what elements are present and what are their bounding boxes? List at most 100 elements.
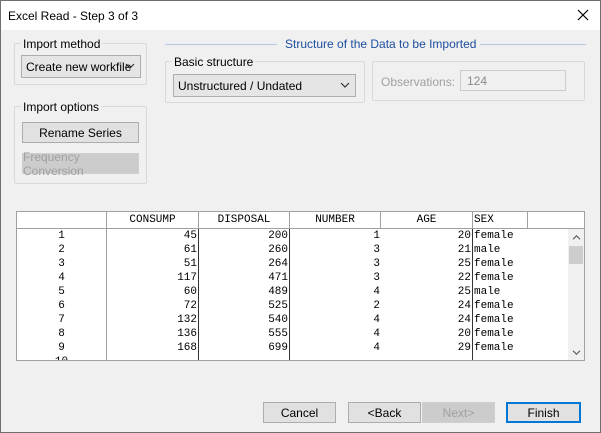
cell-number[interactable]: 3 <box>290 271 381 285</box>
chevron-down-icon <box>572 349 580 355</box>
import-method-select[interactable]: Create new workfile <box>21 55 141 78</box>
cell-consump[interactable] <box>107 355 199 360</box>
scroll-up-button[interactable] <box>568 229 584 245</box>
row-number: 1 <box>17 229 107 243</box>
observations-label: Observations: <box>381 75 456 89</box>
cell-age[interactable] <box>381 355 473 360</box>
cell-sex[interactable]: female <box>473 327 528 341</box>
cell-age[interactable]: 25 <box>381 285 473 299</box>
grid-header-number[interactable]: NUMBER <box>290 212 381 228</box>
structure-divider-right <box>466 44 586 45</box>
cell-age[interactable]: 25 <box>381 257 473 271</box>
cell-number[interactable] <box>290 355 381 360</box>
cell-number[interactable]: 4 <box>290 327 381 341</box>
row-number: 7 <box>17 313 107 327</box>
row-number: 10 <box>17 355 107 360</box>
scroll-thumb[interactable] <box>569 246 583 264</box>
table-row[interactable]: 6 72 525 2 24 female <box>17 299 570 313</box>
cell-number[interactable]: 4 <box>290 341 381 355</box>
import-options-label: Import options <box>21 100 102 114</box>
cell-number[interactable]: 4 <box>290 285 381 299</box>
cell-age[interactable]: 22 <box>381 271 473 285</box>
back-button[interactable]: <Back <box>348 402 421 423</box>
table-row[interactable]: 1 45 200 1 20 female <box>17 229 570 243</box>
cell-consump[interactable]: 51 <box>107 257 199 271</box>
cell-disposal[interactable]: 555 <box>199 327 290 341</box>
table-row[interactable]: 3 51 264 3 25 female <box>17 257 570 271</box>
cell-age[interactable]: 20 <box>381 327 473 341</box>
frequency-conversion-button[interactable]: Frequency Conversion <box>22 150 139 178</box>
cell-consump[interactable]: 168 <box>107 341 199 355</box>
scroll-down-button[interactable] <box>568 344 584 360</box>
cell-number[interactable]: 3 <box>290 243 381 257</box>
cell-sex[interactable]: female <box>473 341 528 355</box>
table-row[interactable]: 2 61 260 3 21 male <box>17 243 570 257</box>
cell-age[interactable]: 24 <box>381 313 473 327</box>
cell-disposal[interactable]: 264 <box>199 257 290 271</box>
table-row[interactable]: 5 60 489 4 25 male <box>17 285 570 299</box>
row-number: 5 <box>17 285 107 299</box>
observations-value: 124 <box>467 73 488 88</box>
grid-header-consump[interactable]: CONSUMP <box>107 212 199 228</box>
basic-structure-select[interactable]: Unstructured / Undated <box>173 74 356 97</box>
cell-disposal[interactable]: 471 <box>199 271 290 285</box>
import-method-label: Import method <box>21 37 103 51</box>
cell-consump[interactable]: 117 <box>107 271 199 285</box>
cell-number[interactable]: 3 <box>290 257 381 271</box>
data-preview-grid[interactable]: CONSUMP DISPOSAL NUMBER AGE SEX 1 45 200 1 2… <box>16 211 585 361</box>
cell-sex[interactable]: female <box>473 229 528 243</box>
observations-field[interactable]: 124 <box>460 70 566 91</box>
cell-consump[interactable]: 61 <box>107 243 199 257</box>
cell-sex[interactable]: male <box>473 285 528 299</box>
table-row[interactable]: 8 136 555 4 20 female <box>17 327 570 341</box>
cell-age[interactable]: 21 <box>381 243 473 257</box>
grid-rows: 1 45 200 1 20 female 2 61 260 3 21 male 3 51 264 3 25 fem… <box>17 229 570 360</box>
cell-disposal[interactable]: 489 <box>199 285 290 299</box>
grid-header-disposal[interactable]: DISPOSAL <box>199 212 290 228</box>
chevron-down-icon <box>340 82 350 88</box>
close-button[interactable] <box>570 3 596 27</box>
cell-disposal[interactable]: 260 <box>199 243 290 257</box>
row-number: 3 <box>17 257 107 271</box>
title-bar: Excel Read - Step 3 of 3 <box>1 1 600 30</box>
cell-consump[interactable]: 45 <box>107 229 199 243</box>
row-number: 2 <box>17 243 107 257</box>
cell-disposal[interactable]: 200 <box>199 229 290 243</box>
table-row[interactable]: 4 117 471 3 22 female <box>17 271 570 285</box>
cell-consump[interactable]: 136 <box>107 327 199 341</box>
rename-series-button[interactable]: Rename Series <box>22 122 139 143</box>
cell-consump[interactable]: 72 <box>107 299 199 313</box>
table-row[interactable]: 9 168 699 4 29 female <box>17 341 570 355</box>
table-row[interactable]: 7 132 540 4 24 female <box>17 313 570 327</box>
grid-vertical-scrollbar[interactable] <box>568 229 584 360</box>
cell-consump[interactable]: 60 <box>107 285 199 299</box>
next-button[interactable]: Next> <box>422 402 495 423</box>
row-number: 6 <box>17 299 107 313</box>
cell-number[interactable]: 1 <box>290 229 381 243</box>
grid-header-age[interactable]: AGE <box>381 212 473 228</box>
grid-header-sex[interactable]: SEX <box>473 212 528 228</box>
basic-structure-label: Basic structure <box>172 55 256 69</box>
cell-disposal[interactable]: 540 <box>199 313 290 327</box>
cell-disposal[interactable]: 525 <box>199 299 290 313</box>
cell-sex[interactable]: female <box>473 271 528 285</box>
cell-age[interactable]: 20 <box>381 229 473 243</box>
cancel-button[interactable]: Cancel <box>263 402 336 423</box>
cell-sex[interactable]: female <box>473 313 528 327</box>
cell-age[interactable]: 29 <box>381 341 473 355</box>
cell-sex[interactable]: male <box>473 243 528 257</box>
cell-age[interactable]: 24 <box>381 299 473 313</box>
cell-disposal[interactable] <box>199 355 290 360</box>
cell-sex[interactable]: female <box>473 257 528 271</box>
cell-consump[interactable]: 132 <box>107 313 199 327</box>
table-row[interactable]: 10 <box>17 355 570 360</box>
cell-number[interactable]: 2 <box>290 299 381 313</box>
cell-number[interactable]: 4 <box>290 313 381 327</box>
cell-disposal[interactable]: 699 <box>199 341 290 355</box>
row-number: 8 <box>17 327 107 341</box>
cell-sex[interactable]: female <box>473 299 528 313</box>
finish-button[interactable]: Finish <box>506 402 581 423</box>
row-number: 4 <box>17 271 107 285</box>
cell-sex[interactable] <box>473 355 528 360</box>
grid-header: CONSUMP DISPOSAL NUMBER AGE SEX <box>17 212 584 229</box>
